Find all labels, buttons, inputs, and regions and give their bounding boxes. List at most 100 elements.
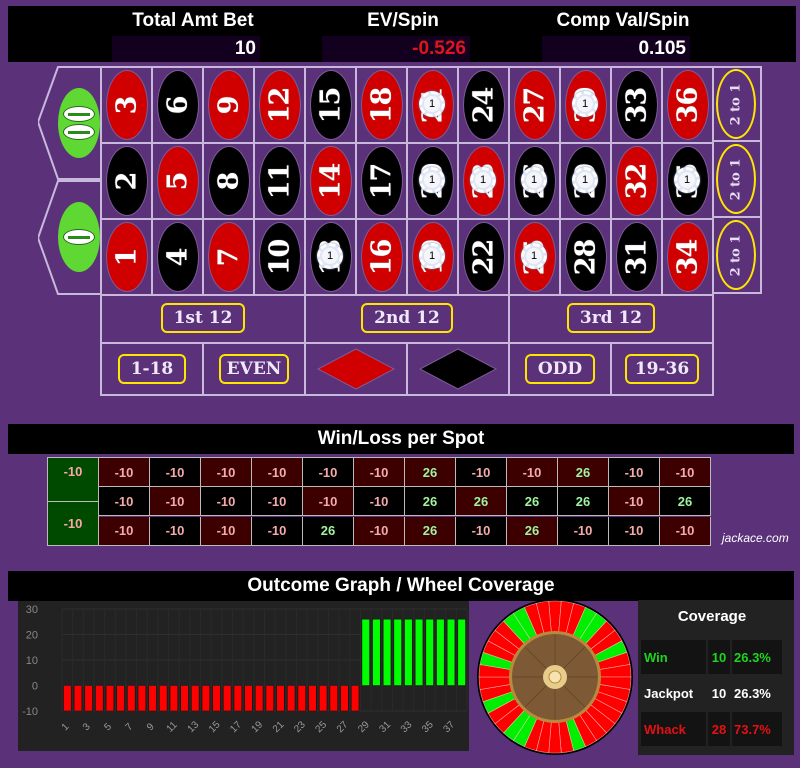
number-spot-16[interactable]: 16 [357, 220, 408, 296]
number-spot-32[interactable]: 32 [612, 144, 663, 220]
number-oval: 32 [615, 146, 658, 216]
chip[interactable]: 1 [419, 243, 445, 269]
number-spot-11[interactable]: 11 [255, 144, 306, 220]
column-bet-2[interactable]: 2 to 1 [712, 142, 762, 218]
number-spot-28[interactable]: 28 [561, 220, 612, 296]
number-spot-29[interactable]: 291 [561, 144, 612, 220]
number-oval: 5 [156, 146, 199, 216]
x-tick-label: 21 [271, 719, 287, 735]
column-bet-label: 2 to 1 [728, 234, 744, 276]
number-spot-21[interactable]: 211 [408, 68, 459, 144]
winloss-cell-2: -10 [99, 487, 150, 517]
x-tick-label: 3 [81, 721, 93, 733]
total-bet-label: Total Amt Bet [132, 10, 254, 31]
number-spot-31[interactable]: 31 [612, 220, 663, 296]
chip[interactable]: 1 [521, 167, 547, 193]
number-spot-30[interactable]: 301 [561, 68, 612, 144]
number-spot-14[interactable]: 14 [306, 144, 357, 220]
high-spot[interactable]: 19-36 [612, 344, 714, 396]
odd-spot[interactable]: ODD [510, 344, 612, 396]
number-spot-22[interactable]: 22 [459, 220, 510, 296]
number-spot-35[interactable]: 351 [663, 144, 714, 220]
dozen-1-spot[interactable]: 1st 12 [102, 294, 306, 344]
number-spot-19[interactable]: 191 [408, 220, 459, 296]
number-spot-3[interactable]: 3 [102, 68, 153, 144]
bar-11 [169, 685, 178, 712]
chip[interactable]: 1 [317, 243, 343, 269]
number-spot-26[interactable]: 261 [510, 144, 561, 220]
bar-31 [382, 618, 392, 686]
number-spot-5[interactable]: 5 [153, 144, 204, 220]
chip[interactable]: 1 [470, 167, 496, 193]
number-spot-23[interactable]: 231 [459, 144, 510, 220]
number-label: 6 [161, 96, 193, 114]
x-tick-label: 11 [165, 719, 180, 734]
chip[interactable]: 1 [572, 167, 598, 193]
number-label: 27 [518, 87, 550, 123]
number-label: 31 [620, 239, 652, 275]
column-bet-1[interactable]: 2 to 1 [712, 66, 762, 142]
number-oval: 18 [360, 70, 403, 140]
zero-spot[interactable] [38, 180, 100, 295]
number-spot-12[interactable]: 12 [255, 68, 306, 144]
low-spot[interactable]: 1-18 [102, 344, 204, 396]
number-spot-2[interactable]: 2 [102, 144, 153, 220]
number-spot-9[interactable]: 9 [204, 68, 255, 144]
number-label: 14 [314, 163, 346, 199]
even-spot[interactable]: EVEN [204, 344, 306, 396]
winloss-cell-36: -10 [660, 458, 711, 487]
dozen-2-spot[interactable]: 2nd 12 [306, 294, 510, 344]
number-spot-18[interactable]: 18 [357, 68, 408, 144]
coverage-row-jackpot: Jackpot 10 26.3% [641, 676, 782, 710]
number-spot-33[interactable]: 33 [612, 68, 663, 144]
number-oval: 11 [258, 146, 301, 216]
x-tick-label: 23 [292, 719, 308, 735]
number-spot-34[interactable]: 34 [663, 220, 714, 296]
winloss-cell-34: -10 [660, 516, 711, 546]
column-bet-3[interactable]: 2 to 1 [712, 218, 762, 294]
x-tick-label: 33 [399, 719, 415, 735]
number-spot-6[interactable]: 6 [153, 68, 204, 144]
red-spot[interactable] [306, 344, 408, 396]
number-spot-1[interactable]: 1 [102, 220, 153, 296]
bar-1 [63, 685, 72, 712]
number-spot-15[interactable]: 15 [306, 68, 357, 144]
x-tick-label: 31 [377, 719, 393, 735]
black-spot[interactable] [408, 344, 510, 396]
number-spot-10[interactable]: 10 [255, 220, 306, 296]
number-spot-20[interactable]: 201 [408, 144, 459, 220]
number-label: 24 [467, 87, 499, 123]
dozen-3-spot[interactable]: 3rd 12 [510, 294, 714, 344]
bar-17 [233, 685, 242, 712]
number-spot-8[interactable]: 8 [204, 144, 255, 220]
number-oval: 2 [105, 146, 148, 216]
number-spot-7[interactable]: 7 [204, 220, 255, 296]
number-label: 32 [620, 163, 652, 199]
number-oval: 10 [258, 222, 301, 292]
chip[interactable]: 1 [419, 91, 445, 117]
number-oval: 15 [309, 70, 352, 140]
number-spot-4[interactable]: 4 [153, 220, 204, 296]
winloss-cell-35: 26 [660, 487, 711, 517]
x-tick-label: 5 [102, 721, 114, 733]
chip[interactable]: 1 [419, 167, 445, 193]
y-tick-label: 10 [26, 655, 38, 667]
bar-21 [276, 685, 285, 712]
chip[interactable]: 1 [572, 91, 598, 117]
number-spot-25[interactable]: 251 [510, 220, 561, 296]
bar-14 [201, 685, 210, 712]
winloss-grid: -10 -10 -10 -10 -10 -10 -10 -10 26 -10 -10 26 -10 -10… [47, 457, 711, 546]
zero-oval [58, 202, 100, 272]
chip-value: 1 [424, 96, 440, 112]
column-bet-label: 2 to 1 [728, 158, 744, 200]
chip[interactable]: 1 [521, 243, 547, 269]
winloss-cell-26: 26 [507, 487, 558, 517]
number-spot-13[interactable]: 131 [306, 220, 357, 296]
number-spot-36[interactable]: 36 [663, 68, 714, 144]
number-spot-27[interactable]: 27 [510, 68, 561, 144]
double-zero-spot[interactable] [38, 66, 100, 180]
coverage-count: 28 [708, 712, 730, 746]
number-spot-17[interactable]: 17 [357, 144, 408, 220]
chip[interactable]: 1 [674, 167, 700, 193]
number-spot-24[interactable]: 24 [459, 68, 510, 144]
